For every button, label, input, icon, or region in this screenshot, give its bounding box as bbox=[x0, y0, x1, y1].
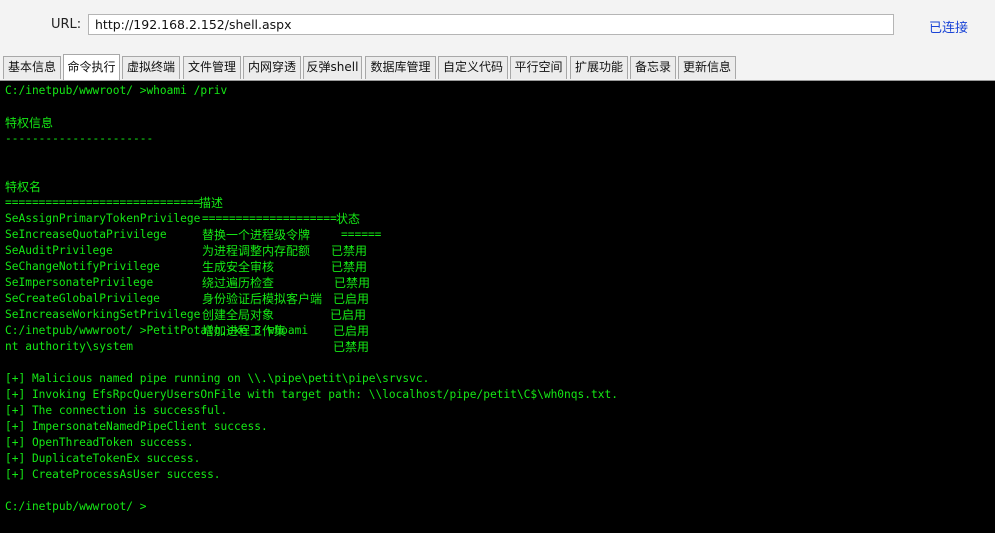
current-prompt[interactable]: C:/inetpub/wwwroot/ > bbox=[5, 499, 146, 515]
section-title: 特权信息 bbox=[5, 116, 54, 130]
privilege-row: SeIncreaseWorkingSetPrivilege 增加进程工作集 已禁… bbox=[5, 291, 995, 354]
privilege-description: 创建全局对象 bbox=[202, 308, 275, 322]
privilege-state: 已禁用 bbox=[333, 340, 370, 354]
url-label: URL: bbox=[51, 17, 82, 32]
connection-status-link[interactable]: 已连接 bbox=[929, 17, 968, 36]
log-line: [+] DuplicateTokenEx success. bbox=[5, 452, 201, 465]
log-line: [+] OpenThreadToken success. bbox=[5, 436, 194, 449]
section-rule: ---------------------- bbox=[5, 132, 154, 145]
url-input[interactable] bbox=[88, 14, 894, 35]
tab-reverse-shell[interactable]: 反弹shell bbox=[303, 56, 362, 79]
command-output-terminal[interactable]: C:/inetpub/wwwroot/ >whoami /priv 特权信息 -… bbox=[0, 81, 995, 533]
tab-extensions[interactable]: 扩展功能 bbox=[570, 56, 628, 79]
privilege-row: SeImpersonatePrivilege 身份验证后模拟客户端 已启用 bbox=[5, 259, 995, 322]
log-line: [+] CreateProcessAsUser success. bbox=[5, 468, 221, 481]
tab-file-manager[interactable]: 文件管理 bbox=[183, 56, 241, 79]
privilege-state: 已启用 bbox=[330, 308, 367, 322]
tab-basic-info[interactable]: 基本信息 bbox=[3, 56, 61, 79]
privilege-state: 已启用 bbox=[333, 324, 370, 338]
privilege-row: SeIncreaseQuotaPrivilege 为进程调整内存配额 已禁用 bbox=[5, 211, 995, 274]
tab-parallel-space[interactable]: 平行空间 bbox=[510, 56, 567, 79]
log-line: [+] Malicious named pipe running on \\.\… bbox=[5, 372, 430, 385]
tab-virtual-terminal[interactable]: 虚拟终端 bbox=[122, 56, 180, 79]
privilege-name: SeIncreaseWorkingSetPrivilege bbox=[5, 308, 201, 321]
tab-command-exec[interactable]: 命令执行 bbox=[63, 54, 120, 80]
log-line: [+] Invoking EfsRpcQueryUsersOnFile with… bbox=[5, 388, 618, 401]
table-header-row: 特权名 描述 状态 bbox=[5, 163, 995, 226]
log-line: [+] ImpersonateNamedPipeClient success. bbox=[5, 420, 268, 433]
tab-memo[interactable]: 备忘录 bbox=[630, 56, 676, 79]
prompt-line: C:/inetpub/wwwroot/ >PetitPotato.exe 3 w… bbox=[5, 324, 309, 337]
privilege-row: SeCreateGlobalPrivilege 创建全局对象 已启用 bbox=[5, 275, 995, 338]
table-rule-row: ============================= ==========… bbox=[5, 179, 995, 241]
tab-update-info[interactable]: 更新信息 bbox=[678, 56, 736, 79]
prompt-line: C:/inetpub/wwwroot/ >whoami /priv bbox=[5, 84, 228, 97]
privilege-row: SeChangeNotifyPrivilege 绕过遍历检查 已启用 bbox=[5, 243, 995, 306]
privilege-row: SeAuditPrivilege 生成安全审核 已禁用 bbox=[5, 227, 995, 290]
command-output-line: nt authority\system bbox=[5, 340, 133, 353]
tab-custom-code[interactable]: 自定义代码 bbox=[438, 56, 508, 79]
tab-intranet-tunnel[interactable]: 内网穿透 bbox=[243, 56, 301, 79]
log-line: [+] The connection is successful. bbox=[5, 404, 228, 417]
tab-database-manager[interactable]: 数据库管理 bbox=[365, 56, 436, 79]
url-bar: URL: 已连接 bbox=[0, 0, 995, 52]
function-tab-bar: 基本信息 命令执行 虚拟终端 文件管理 内网穿透 反弹shell 数据库管理 自… bbox=[0, 52, 995, 81]
privilege-row: SeAssignPrimaryTokenPrivilege 替换一个进程级令牌 … bbox=[5, 195, 995, 258]
